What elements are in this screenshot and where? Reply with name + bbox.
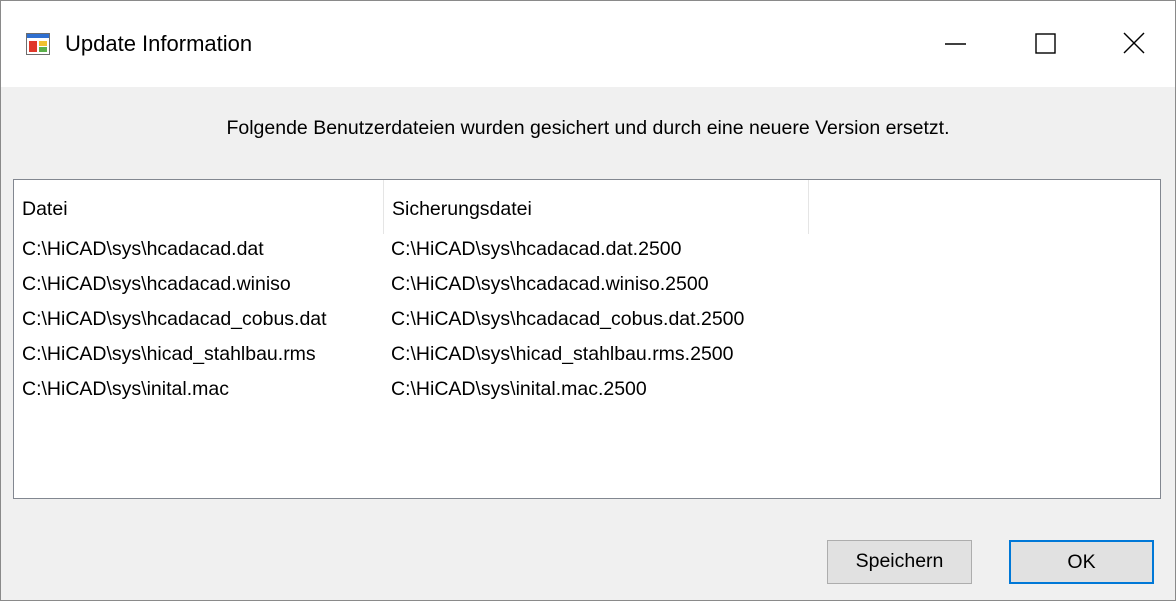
save-button[interactable]: Speichern bbox=[827, 540, 972, 584]
list-row[interactable]: C:\HiCAD\sys\hcadacad_cobus.dat C:\HiCAD… bbox=[14, 304, 1160, 339]
backup-file-list[interactable]: Datei Sicherungsdatei C:\HiCAD\sys\hcada… bbox=[13, 179, 1161, 499]
info-message: Folgende Benutzerdateien wurden gesicher… bbox=[226, 117, 950, 139]
cell-sicherungsdatei: C:\HiCAD\sys\inital.mac.2500 bbox=[391, 378, 647, 400]
list-rows: C:\HiCAD\sys\hcadacad.dat C:\HiCAD\sys\h… bbox=[14, 234, 1160, 409]
title-bar[interactable]: Update Information bbox=[1, 1, 1175, 87]
app-window-icon bbox=[26, 33, 50, 55]
cell-sicherungsdatei: C:\HiCAD\sys\hicad_stahlbau.rms.2500 bbox=[391, 343, 734, 365]
ok-button[interactable]: OK bbox=[1009, 540, 1154, 584]
list-row[interactable]: C:\HiCAD\sys\inital.mac C:\HiCAD\sys\ini… bbox=[14, 374, 1160, 409]
close-button[interactable] bbox=[1087, 1, 1175, 87]
cell-datei: C:\HiCAD\sys\hcadacad.winiso bbox=[22, 273, 291, 295]
cell-datei: C:\HiCAD\sys\hcadacad_cobus.dat bbox=[22, 308, 327, 330]
cell-datei: C:\HiCAD\sys\hicad_stahlbau.rms bbox=[22, 343, 316, 365]
column-header-datei[interactable]: Datei bbox=[14, 180, 384, 234]
cell-datei: C:\HiCAD\sys\hcadacad.dat bbox=[22, 238, 264, 260]
cell-sicherungsdatei: C:\HiCAD\sys\hcadacad_cobus.dat.2500 bbox=[391, 308, 745, 330]
column-header-sicherungsdatei[interactable]: Sicherungsdatei bbox=[384, 180, 809, 234]
list-row[interactable]: C:\HiCAD\sys\hicad_stahlbau.rms C:\HiCAD… bbox=[14, 339, 1160, 374]
window-title: Update Information bbox=[65, 31, 253, 56]
update-information-dialog: Update Information Folgende Benutzerdate… bbox=[0, 0, 1176, 601]
cell-datei: C:\HiCAD\sys\inital.mac bbox=[22, 378, 229, 400]
maximize-button[interactable] bbox=[999, 1, 1091, 87]
list-row[interactable]: C:\HiCAD\sys\hcadacad.winiso C:\HiCAD\sy… bbox=[14, 269, 1160, 304]
cell-sicherungsdatei: C:\HiCAD\sys\hcadacad.winiso.2500 bbox=[391, 273, 709, 295]
list-header: Datei Sicherungsdatei bbox=[14, 180, 1160, 234]
cell-sicherungsdatei: C:\HiCAD\sys\hcadacad.dat.2500 bbox=[391, 238, 682, 260]
list-row[interactable]: C:\HiCAD\sys\hcadacad.dat C:\HiCAD\sys\h… bbox=[14, 234, 1160, 269]
minimize-button[interactable] bbox=[911, 1, 1003, 87]
